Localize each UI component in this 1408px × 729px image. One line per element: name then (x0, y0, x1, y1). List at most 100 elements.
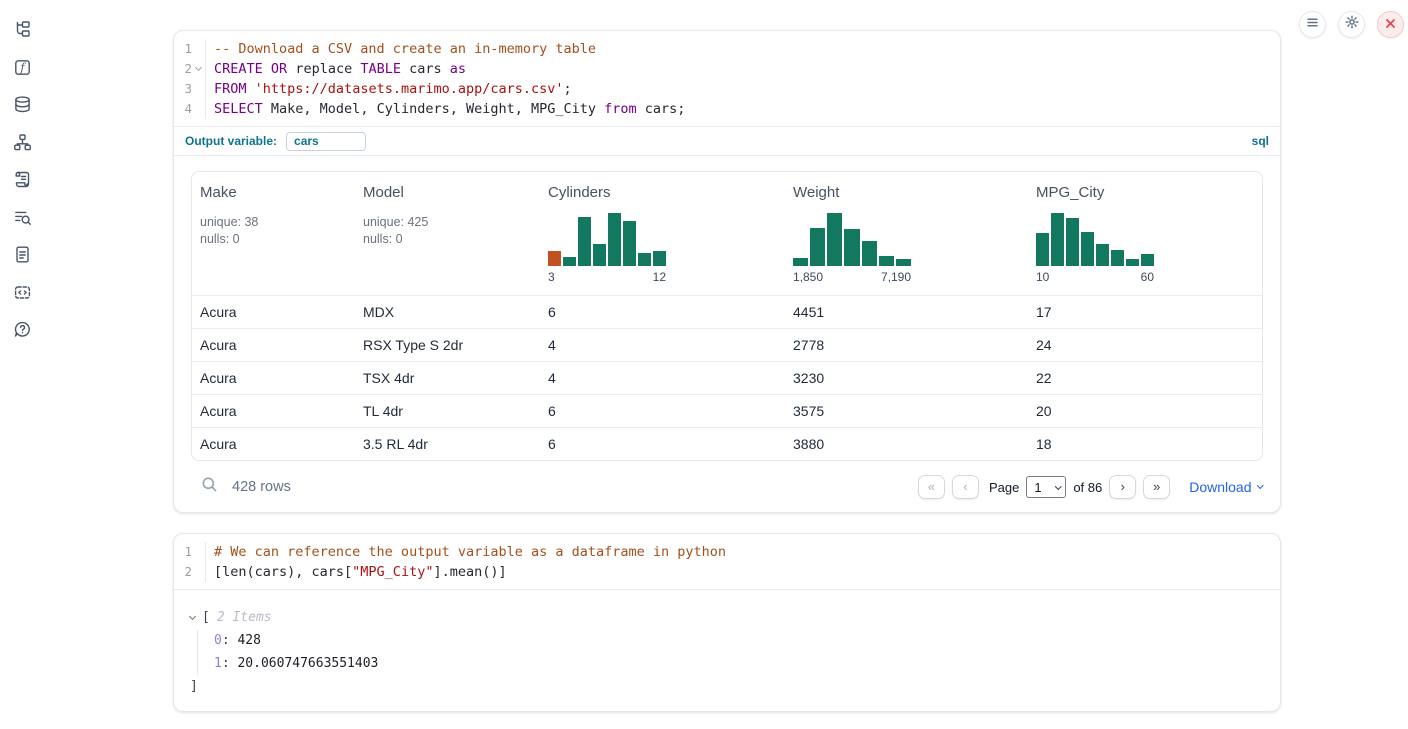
column-label[interactable]: Make (200, 184, 351, 201)
table-footer: 428 rows « ‹ Page 1 of 86 › » Download (191, 461, 1263, 513)
line-number-gutter: 4 (174, 99, 206, 119)
table-cell: 17 (1028, 304, 1262, 320)
histogram-bar (653, 251, 666, 266)
left-sidebar: f (0, 0, 44, 729)
sql-code-editor[interactable]: 1-- Download a CSV and create an in-memo… (174, 31, 1280, 126)
next-page-button[interactable]: › (1109, 475, 1136, 499)
column-header-make: Make unique: 38nulls: 0 (192, 172, 355, 295)
code-text: CREATE OR replace TABLE cars as (206, 59, 466, 79)
code-text: [len(cars), cars["MPG_City"].mean()] (206, 562, 507, 582)
line-number: 2 (174, 59, 192, 79)
histogram-bar (623, 221, 636, 266)
scroll-icon (13, 170, 32, 194)
code-text: FROM 'https://datasets.marimo.app/cars.c… (206, 79, 572, 99)
last-page-button[interactable]: » (1143, 475, 1170, 499)
histogram-axis: 312 (548, 270, 666, 284)
tree-entry: 1: 20.060747663551403 (214, 653, 1264, 676)
sidebar-item-variables[interactable]: f (12, 60, 32, 80)
double-chevron-right-icon: » (1153, 479, 1160, 494)
column-header-model: Modelunique: 425nulls: 0 (355, 172, 540, 295)
histogram-axis: 1060 (1036, 270, 1154, 284)
column-histogram[interactable]: 1,850 7,190 (793, 213, 911, 284)
table-cell: MDX (355, 304, 540, 320)
download-button[interactable]: Download (1189, 479, 1262, 495)
histogram-axis: 1,850 7,190 (793, 270, 911, 284)
column-label[interactable]: Cylinders (548, 184, 781, 201)
column-label[interactable]: MPG_City (1036, 184, 1258, 201)
table-row[interactable]: AcuraRSX Type S 2dr4277824 (192, 328, 1262, 361)
stat-line: nulls: 0 (200, 231, 351, 248)
histogram-bar (1111, 250, 1124, 266)
histogram-bar (1036, 233, 1049, 266)
histogram-bar (1141, 254, 1154, 266)
table-row[interactable]: Acura3.5 RL 4dr6388018 (192, 427, 1262, 460)
sidebar-item-logs[interactable] (12, 210, 32, 230)
table-row[interactable]: AcuraTL 4dr6357520 (192, 394, 1262, 427)
data-table: Make unique: 38nulls: 0 Model unique: 425 nu… (191, 171, 1263, 461)
page-select-value: 1 (1034, 480, 1041, 495)
table-cell: 18 (1028, 436, 1262, 452)
column-label[interactable]: Weight (793, 184, 1024, 201)
column-header-cylinders: Cylinders 312 (540, 172, 785, 295)
sidebar-item-snippets[interactable] (12, 285, 32, 305)
shutdown-button[interactable] (1377, 11, 1404, 38)
sidebar-item-file-explorer[interactable] (12, 22, 32, 42)
column-label[interactable]: Model (363, 184, 536, 201)
svg-text:f: f (19, 61, 26, 74)
entry-value: 20.060747663551403 (237, 656, 378, 671)
entry-index: 1 (214, 656, 222, 671)
search-button[interactable] (196, 474, 222, 500)
page-select[interactable]: 1 (1026, 476, 1066, 498)
page-label: Page (989, 480, 1019, 495)
sidebar-item-help[interactable] (12, 322, 32, 342)
table-row[interactable]: AcuraTSX 4dr4323022 (192, 361, 1262, 394)
stat-line: unique: 425 (363, 214, 536, 231)
python-cell: 1# We can reference the output variable … (173, 533, 1281, 712)
code-line: 2[len(cars), cars["MPG_City"].mean()] (174, 562, 1280, 582)
search-icon (201, 476, 218, 498)
tree-entries: 0: 4281: 20.060747663551403 (197, 630, 1264, 675)
first-page-button[interactable]: « (918, 475, 945, 499)
close-bracket: ] (190, 677, 1264, 697)
code-line: 4 SELECT Make, Model, Cylinders, Weight, … (174, 99, 1280, 119)
histogram-bar (1066, 218, 1079, 266)
double-chevron-left-icon: « (928, 479, 935, 494)
histogram-bar (862, 241, 877, 266)
prev-page-button[interactable]: ‹ (952, 475, 979, 499)
line-number: 4 (174, 99, 192, 119)
fold-chevron-icon[interactable] (195, 64, 202, 71)
table-header-row: Make unique: 38nulls: 0 Model unique: 425 nu… (192, 172, 1262, 295)
axis-max-label: 7,190 (881, 270, 911, 284)
pagination: « ‹ Page 1 of 86 › » Download (918, 475, 1262, 499)
sidebar-item-dependency-graph[interactable] (12, 135, 32, 155)
python-code-editor[interactable]: 1# We can reference the output variable … (174, 534, 1280, 589)
collapse-chevron-icon[interactable] (189, 612, 196, 619)
histogram-bars (548, 213, 666, 266)
table-cell: Acura (192, 370, 355, 386)
column-header-weight: Weight 1,850 7,190 (785, 172, 1028, 295)
stat-line: unique: 38 (200, 214, 351, 231)
table-body: AcuraMDX6445117AcuraRSX Type S 2dr427782… (192, 295, 1262, 460)
axis-min-label: 1,850 (793, 270, 823, 284)
table-cell: RSX Type S 2dr (355, 337, 540, 353)
table-cell: 4 (540, 337, 785, 353)
histogram-bar (578, 217, 591, 266)
sidebar-item-documentation[interactable] (12, 247, 32, 267)
column-histogram[interactable]: 1060 (1036, 213, 1154, 284)
histogram-bar (879, 256, 894, 266)
entry-index: 0 (214, 633, 222, 648)
table-row[interactable]: AcuraMDX6445117 (192, 295, 1262, 328)
sql-cell-output: Make unique: 38nulls: 0 Model unique: 425 nu… (174, 156, 1280, 513)
help-bubble-icon (13, 320, 32, 344)
code-text: SELECT Make, Model, Cylinders, Weight, M… (206, 99, 685, 119)
histogram-bar (1126, 259, 1139, 266)
column-histogram[interactable]: 312 (548, 213, 666, 284)
sidebar-item-scratchpad[interactable] (12, 172, 32, 192)
output-variable-input[interactable] (286, 132, 366, 151)
histogram-bar (844, 229, 859, 266)
settings-button[interactable] (1338, 11, 1365, 38)
axis-min-label: 3 (548, 270, 555, 284)
sidebar-item-data-sources[interactable] (12, 97, 32, 117)
menu-button[interactable] (1299, 11, 1326, 38)
code-line: 2 CREATE OR replace TABLE cars as (174, 59, 1280, 79)
